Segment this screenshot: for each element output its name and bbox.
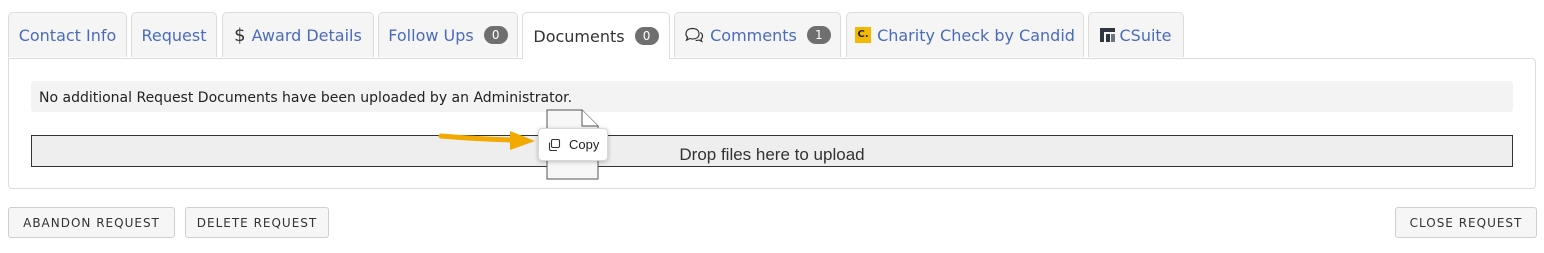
abandon-request-button[interactable]: ABANDON REQUEST xyxy=(8,207,175,238)
tab-label: Request xyxy=(141,25,207,45)
tab-label: Charity Check by Candid xyxy=(877,25,1075,45)
comments-icon xyxy=(684,27,704,43)
documents-panel xyxy=(8,58,1536,189)
file-dropzone[interactable]: Drop files here to upload xyxy=(31,135,1513,167)
csuite-logo-icon xyxy=(1100,27,1116,43)
tab-award-details[interactable]: $ Award Details xyxy=(222,12,374,57)
delete-request-button[interactable]: DELETE REQUEST xyxy=(185,207,329,238)
tab-label: CSuite xyxy=(1119,25,1172,45)
arrow-icon xyxy=(438,131,535,150)
tab-label: Documents xyxy=(533,26,625,46)
tab-comments[interactable]: Comments 1 xyxy=(674,12,841,57)
tab-request[interactable]: Request xyxy=(131,12,217,57)
copy-label: Copy xyxy=(569,137,600,152)
drag-copy-tooltip: Copy xyxy=(538,128,608,161)
tab-contact-info[interactable]: Contact Info xyxy=(8,12,127,57)
tab-label: Contact Info xyxy=(18,25,117,45)
candid-logo-icon: C. xyxy=(855,27,872,43)
follow-ups-count-badge: 0 xyxy=(483,26,508,44)
tab-csuite[interactable]: CSuite xyxy=(1088,12,1184,57)
tab-documents[interactable]: Documents 0 xyxy=(522,12,670,59)
tab-charity-check[interactable]: C. Charity Check by Candid xyxy=(846,12,1084,57)
tab-label: Comments xyxy=(710,25,797,45)
tab-label: Award Details xyxy=(251,25,362,45)
documents-count-badge: 0 xyxy=(634,27,659,45)
close-request-button[interactable]: CLOSE REQUEST xyxy=(1395,207,1537,238)
copy-icon xyxy=(547,138,561,152)
no-documents-notice: No additional Request Documents have bee… xyxy=(31,81,1513,112)
tab-label: Follow Ups xyxy=(388,25,474,45)
candid-logo-letter: C. xyxy=(855,27,872,43)
tab-follow-ups[interactable]: Follow Ups 0 xyxy=(378,12,518,57)
dollar-icon: $ xyxy=(234,24,246,46)
comments-count-badge: 1 xyxy=(806,26,831,44)
